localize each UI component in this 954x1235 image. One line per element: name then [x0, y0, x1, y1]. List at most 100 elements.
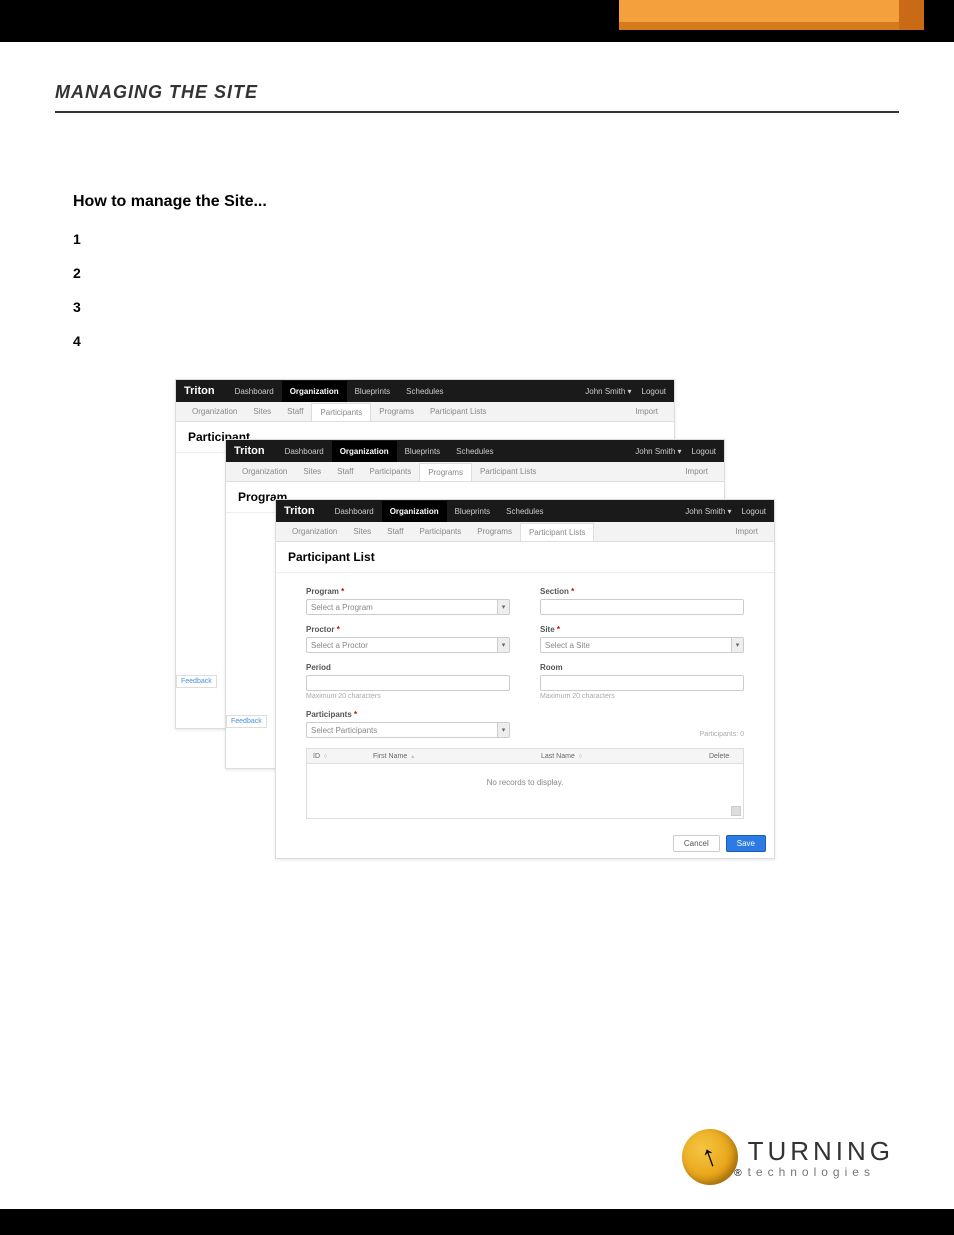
form-footer: Cancel Save	[673, 835, 766, 852]
cancel-button[interactable]: Cancel	[673, 835, 720, 852]
proctor-label: Proctor *	[306, 625, 510, 634]
step-4: 4	[73, 333, 899, 349]
proctor-select[interactable]: Select a Proctor▾	[306, 637, 510, 653]
sub-programs[interactable]: Programs	[371, 407, 422, 416]
nav-blueprints[interactable]: Blueprints	[347, 387, 399, 396]
nav-dashboard[interactable]: Dashboard	[277, 447, 332, 456]
col-delete: Delete	[703, 753, 743, 760]
section-label: Section *	[540, 587, 744, 596]
app-topbar: Triton Dashboard Organization Blueprints…	[226, 440, 724, 462]
scroll-handle[interactable]	[731, 806, 741, 816]
sub-participant-lists[interactable]: Participant Lists	[422, 407, 494, 416]
sub-organization[interactable]: Organization	[184, 407, 245, 416]
nav-dashboard[interactable]: Dashboard	[327, 507, 382, 516]
sub-participants[interactable]: Participants	[311, 403, 371, 421]
logo-text-line1: TURNING	[748, 1136, 894, 1167]
grid-header: ID◊ First Name▴ Last Name◊ Delete	[306, 748, 744, 764]
app-window-participant-list: Triton Dashboard Organization Blueprints…	[275, 499, 775, 859]
nav-schedules[interactable]: Schedules	[448, 447, 501, 456]
step-1: 1	[73, 231, 899, 247]
site-select[interactable]: Select a Site▾	[540, 637, 744, 653]
period-input[interactable]	[306, 675, 510, 691]
orange-accent	[619, 0, 924, 30]
feedback-tab[interactable]: Feedback	[176, 675, 217, 688]
logout-link[interactable]: Logout	[642, 387, 666, 396]
col-last-name[interactable]: Last Name◊	[535, 753, 703, 760]
sub-sites[interactable]: Sites	[345, 527, 379, 536]
participants-label: Participants *	[306, 710, 510, 719]
room-label: Room	[540, 663, 744, 672]
program-select[interactable]: Select a Program▾	[306, 599, 510, 615]
sort-icon: ▴	[411, 754, 414, 760]
logo-text-line2: technologies	[748, 1165, 894, 1179]
footer-logo: ↑ ® TURNING technologies	[682, 1129, 894, 1185]
app-subbar: Organization Sites Staff Participants Pr…	[226, 462, 724, 482]
sub-staff[interactable]: Staff	[279, 407, 311, 416]
screenshot-stack: Triton Dashboard Organization Blueprints…	[175, 379, 899, 879]
program-label: Program *	[306, 587, 510, 596]
nav-dashboard[interactable]: Dashboard	[227, 387, 282, 396]
grid-body: No records to display.	[306, 764, 744, 819]
sub-participant-lists[interactable]: Participant Lists	[520, 523, 594, 541]
bottom-black-bar	[0, 1209, 954, 1235]
col-id[interactable]: ID◊	[307, 753, 367, 760]
sub-programs[interactable]: Programs	[419, 463, 472, 481]
chevron-down-icon: ▾	[497, 600, 509, 614]
form-area: Program * Select a Program▾ Section *	[276, 573, 774, 833]
step-3: 3	[73, 299, 899, 315]
chevron-down-icon: ▾	[497, 723, 509, 737]
nav-organization[interactable]: Organization	[332, 441, 397, 462]
import-link[interactable]: Import	[627, 407, 666, 416]
app-brand: Triton	[284, 505, 315, 517]
save-button[interactable]: Save	[726, 835, 766, 852]
app-subbar: Organization Sites Staff Participants Pr…	[176, 402, 674, 422]
sub-participant-lists[interactable]: Participant Lists	[472, 467, 544, 476]
sort-icon: ◊	[579, 754, 582, 760]
step-2: 2	[73, 265, 899, 281]
chevron-down-icon: ▾	[497, 638, 509, 652]
chevron-down-icon: ▾	[728, 507, 732, 516]
app-topbar: Triton Dashboard Organization Blueprints…	[276, 500, 774, 522]
room-input[interactable]	[540, 675, 744, 691]
top-black-bar	[0, 0, 954, 42]
section-input[interactable]	[540, 599, 744, 615]
logout-link[interactable]: Logout	[742, 507, 766, 516]
page-header: Participant List	[276, 542, 774, 573]
chevron-down-icon: ▾	[731, 638, 743, 652]
user-menu[interactable]: John Smith ▾	[585, 387, 631, 396]
import-link[interactable]: Import	[677, 467, 716, 476]
sub-sites[interactable]: Sites	[295, 467, 329, 476]
nav-blueprints[interactable]: Blueprints	[447, 507, 499, 516]
feedback-tab[interactable]: Feedback	[226, 715, 267, 728]
nav-blueprints[interactable]: Blueprints	[397, 447, 449, 456]
app-brand: Triton	[234, 445, 265, 457]
sub-participants[interactable]: Participants	[361, 467, 419, 476]
sub-programs[interactable]: Programs	[469, 527, 520, 536]
period-label: Period	[306, 663, 510, 672]
section-title: MANAGING THE SITE	[55, 82, 899, 113]
user-menu[interactable]: John Smith ▾	[685, 507, 731, 516]
import-link[interactable]: Import	[727, 527, 766, 536]
participants-select[interactable]: Select Participants▾	[306, 722, 510, 738]
nav-schedules[interactable]: Schedules	[498, 507, 551, 516]
chevron-down-icon: ▾	[628, 387, 632, 396]
sub-participants[interactable]: Participants	[411, 527, 469, 536]
logout-link[interactable]: Logout	[692, 447, 716, 456]
nav-schedules[interactable]: Schedules	[398, 387, 451, 396]
sort-icon: ◊	[324, 754, 327, 760]
sub-staff[interactable]: Staff	[379, 527, 411, 536]
col-first-name[interactable]: First Name▴	[367, 753, 535, 760]
nav-organization[interactable]: Organization	[282, 381, 347, 402]
sub-sites[interactable]: Sites	[245, 407, 279, 416]
period-helper: Maximum 20 characters	[306, 693, 510, 700]
howto-heading: How to manage the Site...	[73, 193, 899, 211]
grid-empty: No records to display.	[307, 764, 743, 787]
sub-organization[interactable]: Organization	[284, 527, 345, 536]
sub-staff[interactable]: Staff	[329, 467, 361, 476]
logo-icon: ↑ ®	[682, 1129, 738, 1185]
app-subbar: Organization Sites Staff Participants Pr…	[276, 522, 774, 542]
user-menu[interactable]: John Smith ▾	[635, 447, 681, 456]
nav-organization[interactable]: Organization	[382, 501, 447, 522]
arrow-icon: ↑	[697, 1138, 723, 1175]
sub-organization[interactable]: Organization	[234, 467, 295, 476]
